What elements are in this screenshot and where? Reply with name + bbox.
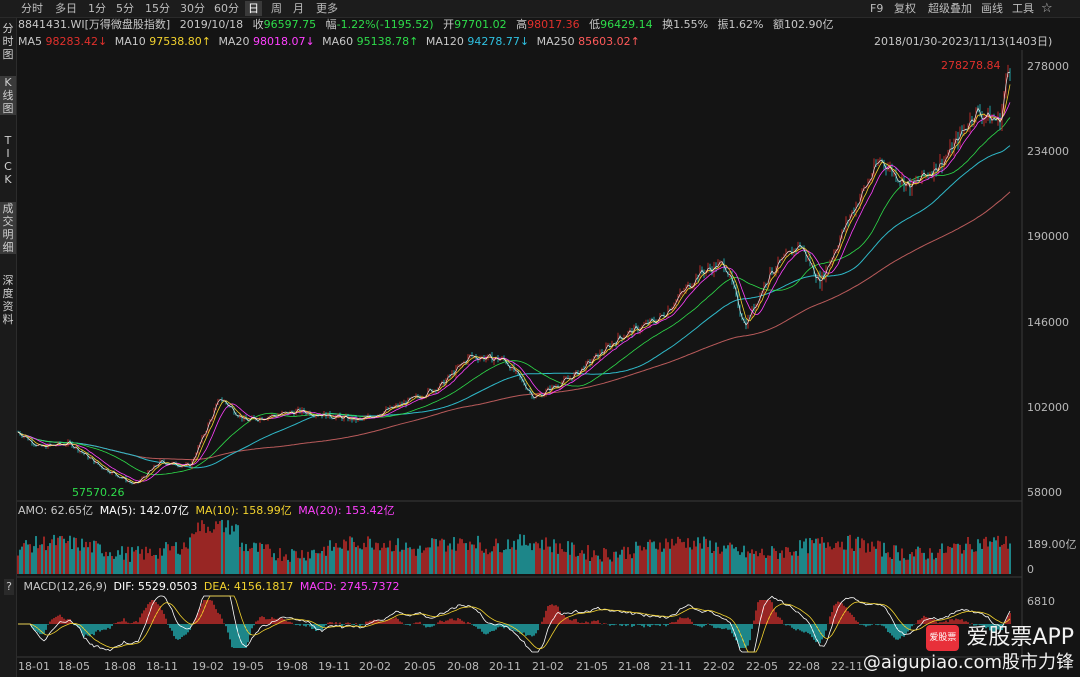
price-tick: 102000 bbox=[1027, 401, 1069, 414]
amo-label: AMO: 62.65亿 bbox=[18, 504, 94, 517]
volume-axis-zero: 0 bbox=[1027, 563, 1034, 576]
price-tick: 190000 bbox=[1027, 230, 1069, 243]
x-tick-label: 22-08 bbox=[788, 660, 820, 673]
x-tick-label: 18-05 bbox=[58, 660, 90, 673]
x-tick-label: 22-05 bbox=[746, 660, 778, 673]
vol-ma10: MA(10): 158.99亿 bbox=[195, 504, 292, 517]
macd-axis-top: 6810 bbox=[1027, 595, 1055, 608]
x-tick-label: 18-01 bbox=[18, 660, 50, 673]
vol-ma5: MA(5): 142.07亿 bbox=[99, 504, 189, 517]
macd-dea: DEA: 4156.1817 bbox=[203, 580, 294, 593]
macd-dif: DIF: 5529.0503 bbox=[113, 580, 198, 593]
max-price-label: 278278.84 bbox=[941, 59, 1001, 72]
help-icon[interactable]: ? bbox=[4, 579, 14, 595]
x-tick-label: 22-11 bbox=[831, 660, 863, 673]
watermark: 爱股票 爱股票APP @aigupiao.com股市力锋 bbox=[863, 625, 1074, 675]
x-tick-label: 20-02 bbox=[359, 660, 391, 673]
macd-header: ? MACD(12,26,9) DIF: 5529.0503 DEA: 4156… bbox=[4, 579, 400, 595]
ma250-line bbox=[17, 191, 1011, 461]
x-tick-label: 21-08 bbox=[618, 660, 650, 673]
price-tick: 58000 bbox=[1027, 486, 1062, 499]
ma20-line bbox=[17, 102, 1011, 482]
x-tick-label: 18-08 bbox=[104, 660, 136, 673]
x-tick-label: 22-02 bbox=[703, 660, 735, 673]
x-tick-label: 19-02 bbox=[192, 660, 224, 673]
price-tick: 234000 bbox=[1027, 145, 1069, 158]
watermark-brand: 爱股票APP bbox=[966, 625, 1074, 650]
volume-axis-top: 189.00亿 bbox=[1027, 538, 1077, 551]
macd-value: MACD: 2745.7372 bbox=[299, 580, 400, 593]
price-tick: 146000 bbox=[1027, 316, 1069, 329]
x-tick-label: 18-11 bbox=[146, 660, 178, 673]
x-tick-label: 21-11 bbox=[660, 660, 692, 673]
x-tick-label: 19-11 bbox=[318, 660, 350, 673]
x-tick-label: 20-08 bbox=[447, 660, 479, 673]
watermark-line2: @aigupiao.com股市力锋 bbox=[862, 652, 1074, 673]
x-tick-label: 21-05 bbox=[576, 660, 608, 673]
app-logo-icon: 爱股票 bbox=[926, 625, 960, 651]
ma120-line bbox=[17, 145, 1011, 469]
x-tick-label: 20-11 bbox=[489, 660, 521, 673]
x-tick-label: 20-05 bbox=[404, 660, 436, 673]
kline-chart[interactable] bbox=[0, 0, 1080, 677]
price-tick: 278000 bbox=[1027, 60, 1069, 73]
ma10-line bbox=[17, 84, 1011, 484]
vol-ma20: MA(20): 153.42亿 bbox=[298, 504, 395, 517]
ma5-line bbox=[17, 71, 1011, 484]
macd-label: MACD(12,26,9) bbox=[23, 580, 108, 593]
x-tick-label: 19-08 bbox=[276, 660, 308, 673]
min-price-label: 57570.26 bbox=[72, 486, 125, 499]
x-tick-label: 21-02 bbox=[532, 660, 564, 673]
x-tick-label: 19-05 bbox=[232, 660, 264, 673]
volume-header: AMO: 62.65亿 MA(5): 142.07亿 MA(10): 158.9… bbox=[18, 503, 395, 519]
ma60-line bbox=[17, 117, 1011, 476]
